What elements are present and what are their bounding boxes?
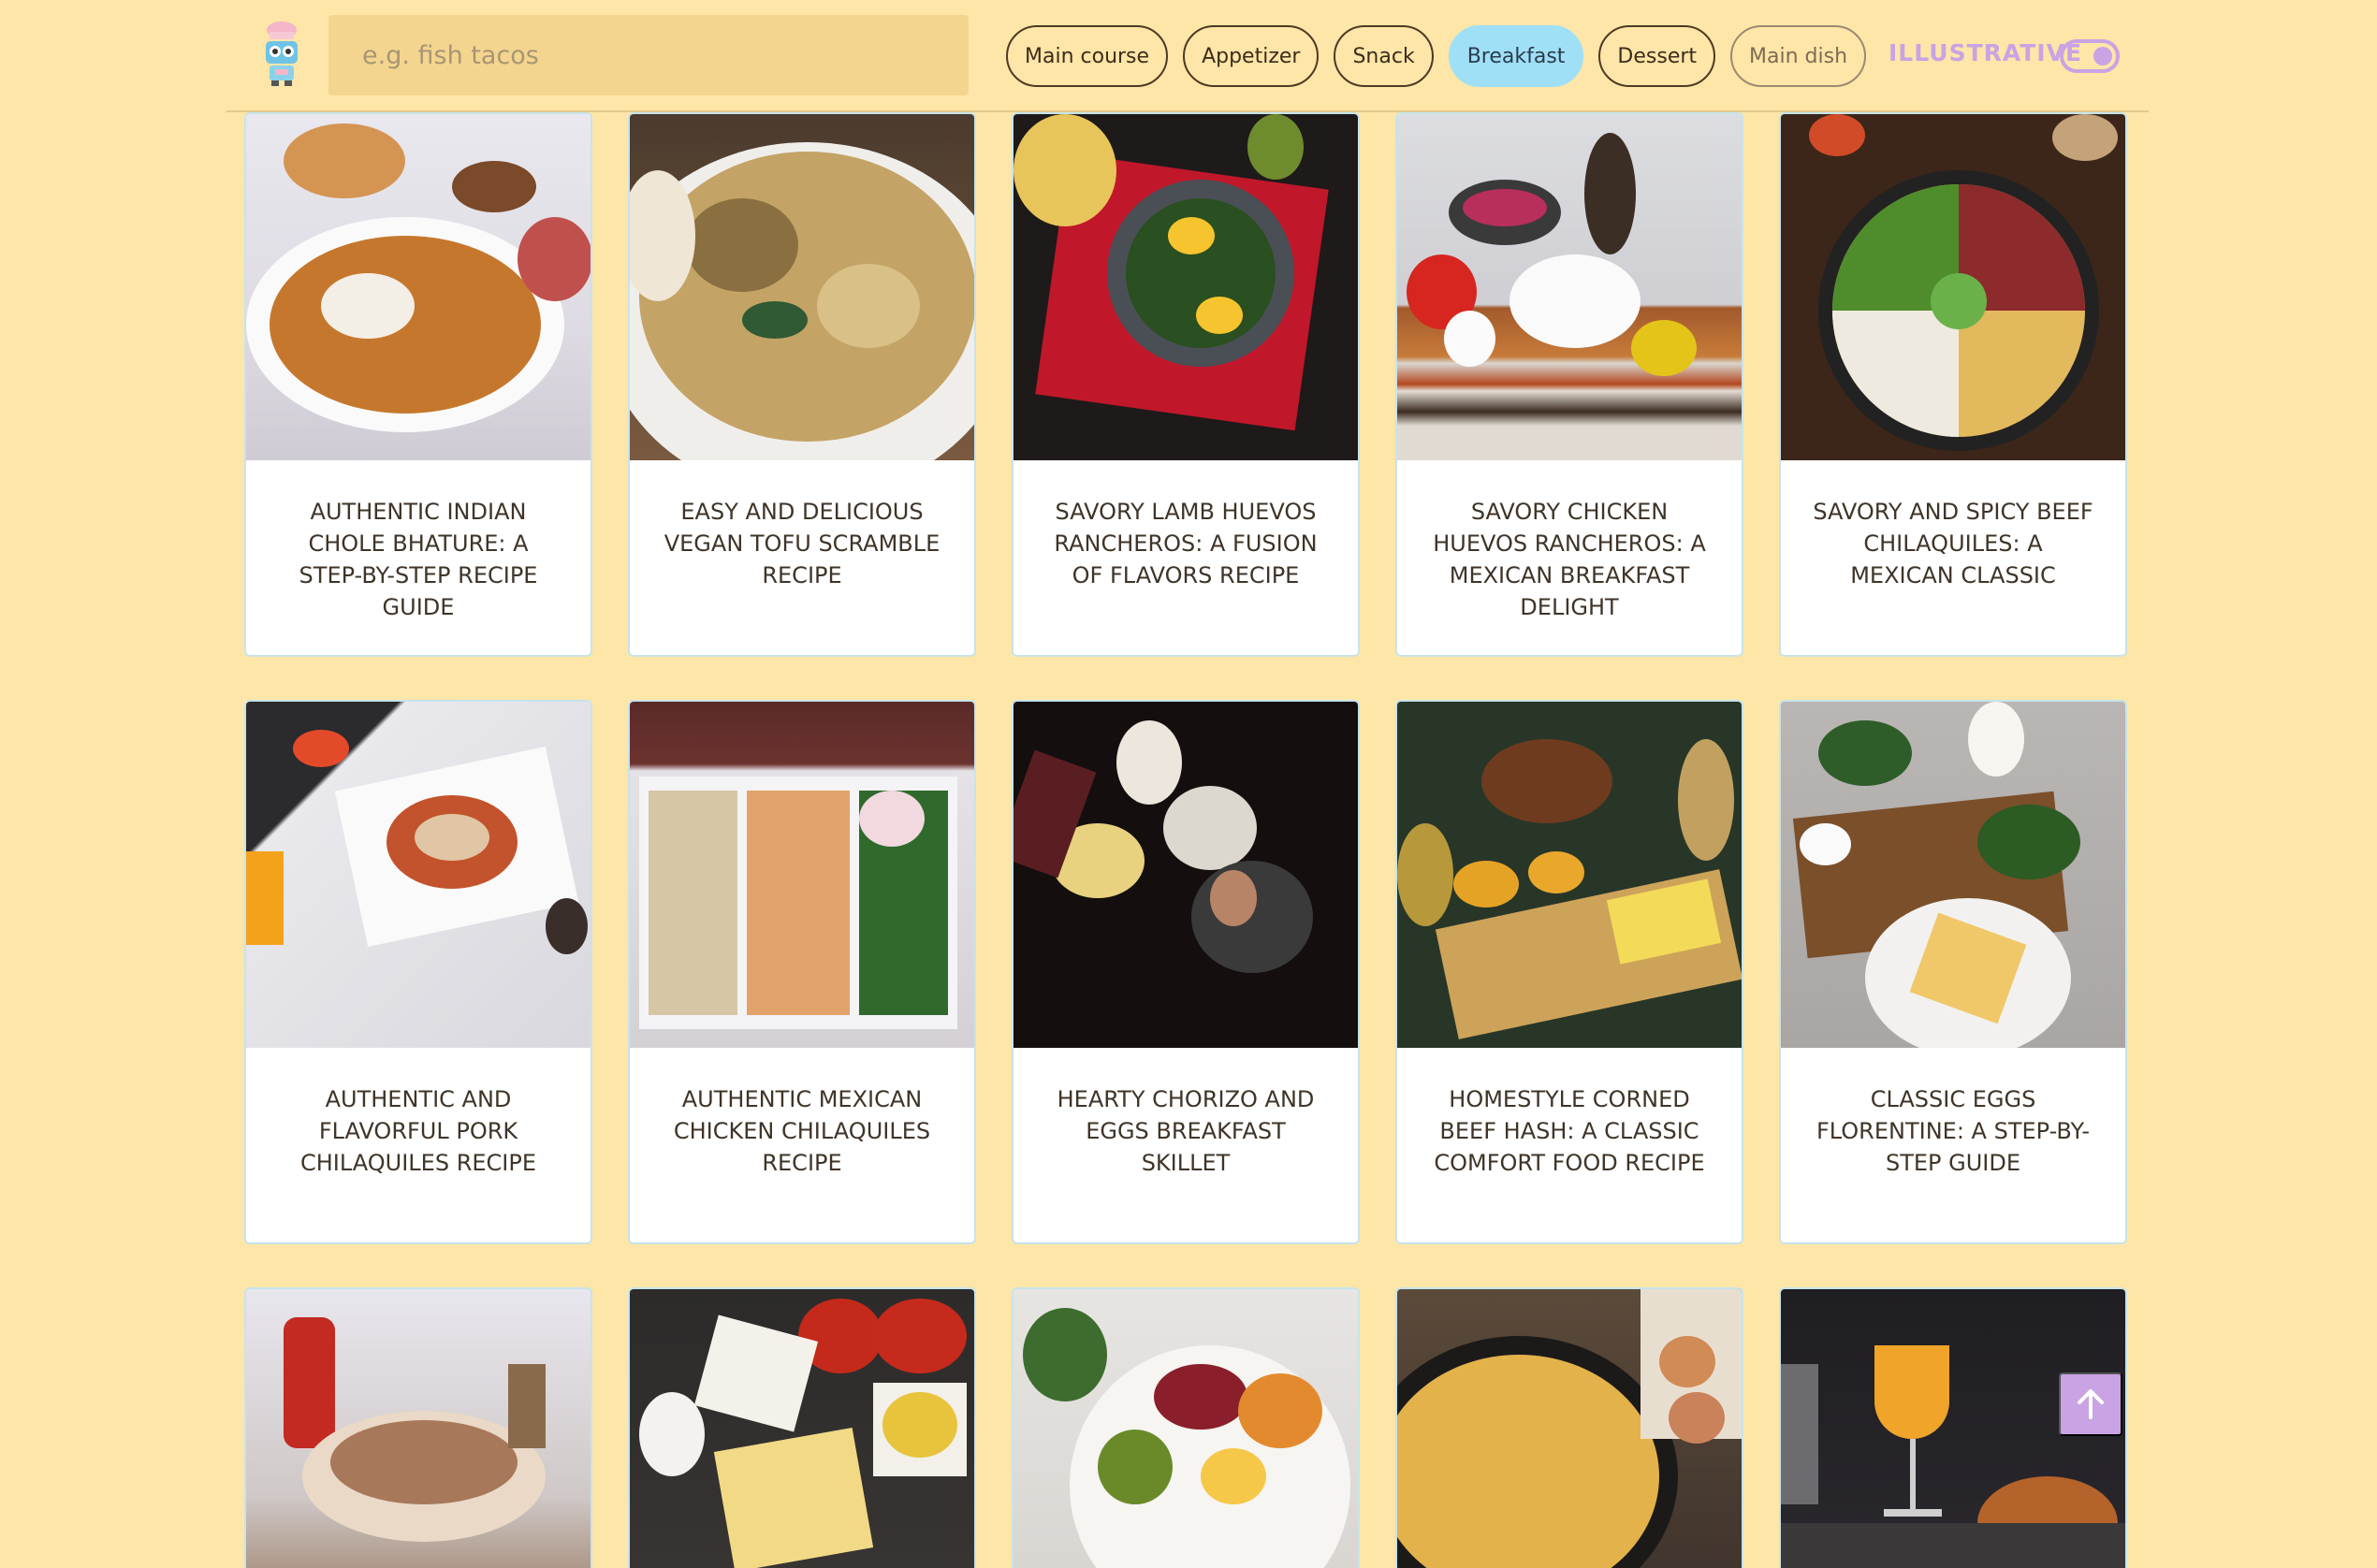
recipe-title: HEARTY CHORIZO AND EGGS BREAKFAST SKILLE… bbox=[1057, 1086, 1315, 1176]
category-filters: Main course Appetizer Snack Breakfast De… bbox=[1006, 25, 1867, 87]
recipe-image bbox=[1014, 1289, 1358, 1568]
recipe-card[interactable] bbox=[244, 1287, 592, 1568]
recipe-image bbox=[1781, 114, 2125, 460]
recipe-card[interactable] bbox=[1012, 1287, 1360, 1568]
recipe-image bbox=[246, 114, 591, 460]
scroll-to-top-button[interactable] bbox=[2059, 1372, 2122, 1436]
filter-dessert[interactable]: Dessert bbox=[1598, 25, 1716, 87]
recipe-card[interactable]: AUTHENTIC INDIAN CHOLE BHATURE: A STEP-B… bbox=[244, 112, 592, 657]
filter-appetizer[interactable]: Appetizer bbox=[1183, 25, 1320, 87]
recipe-image bbox=[630, 702, 974, 1048]
recipe-title: AUTHENTIC MEXICAN CHICKEN CHILAQUILES RE… bbox=[673, 1086, 931, 1176]
recipe-image bbox=[630, 1289, 974, 1568]
recipe-title: HOMESTYLE CORNED BEEF HASH: A CLASSIC CO… bbox=[1434, 1086, 1705, 1176]
recipe-card[interactable]: EASY AND DELICIOUS VEGAN TOFU SCRAMBLE R… bbox=[628, 112, 976, 657]
header: Main course Appetizer Snack Breakfast De… bbox=[226, 0, 2149, 112]
app-frame: Main course Appetizer Snack Breakfast De… bbox=[226, 0, 2149, 1568]
recipe-card[interactable]: AUTHENTIC AND FLAVORFUL PORK CHILAQUILES… bbox=[244, 700, 592, 1244]
recipe-card[interactable]: AUTHENTIC MEXICAN CHICKEN CHILAQUILES RE… bbox=[628, 700, 976, 1244]
recipe-image bbox=[1781, 702, 2125, 1048]
filter-main-course[interactable]: Main course bbox=[1006, 25, 1169, 87]
recipe-title: SAVORY LAMB HUEVOS RANCHEROS: A FUSION O… bbox=[1054, 499, 1318, 588]
recipe-title: EASY AND DELICIOUS VEGAN TOFU SCRAMBLE R… bbox=[664, 499, 941, 588]
recipe-title: SAVORY AND SPICY BEEF CHILAQUILES: A MEX… bbox=[1813, 499, 2093, 588]
recipe-title: AUTHENTIC INDIAN CHOLE BHATURE: A STEP-B… bbox=[299, 499, 538, 620]
recipe-card[interactable]: HOMESTYLE CORNED BEEF HASH: A CLASSIC CO… bbox=[1395, 700, 1743, 1244]
recipe-title: AUTHENTIC AND FLAVORFUL PORK CHILAQUILES… bbox=[299, 1086, 537, 1176]
recipe-card[interactable] bbox=[1395, 1287, 1743, 1568]
recipe-grid: AUTHENTIC INDIAN CHOLE BHATURE: A STEP-B… bbox=[244, 112, 2127, 1568]
recipe-image bbox=[630, 114, 974, 460]
recipe-image bbox=[1014, 702, 1358, 1048]
illustrative-toggle[interactable] bbox=[2060, 39, 2120, 73]
filter-snack[interactable]: Snack bbox=[1334, 25, 1434, 87]
recipe-card[interactable] bbox=[628, 1287, 976, 1568]
recipe-card[interactable]: CLASSIC EGGS FLORENTINE: A STEP-BY-STEP … bbox=[1779, 700, 2127, 1244]
toggle-knob bbox=[2093, 47, 2112, 65]
recipe-image bbox=[1397, 114, 1742, 460]
recipe-card[interactable]: SAVORY LAMB HUEVOS RANCHEROS: A FUSION O… bbox=[1012, 112, 1360, 657]
recipe-image bbox=[1397, 702, 1742, 1048]
search-input[interactable] bbox=[328, 15, 969, 95]
recipe-image bbox=[246, 702, 591, 1048]
recipe-image bbox=[246, 1289, 591, 1568]
recipe-image bbox=[1014, 114, 1358, 460]
chef-robot-logo-icon[interactable] bbox=[260, 21, 303, 88]
recipe-title: SAVORY CHICKEN HUEVOS RANCHEROS: A MEXIC… bbox=[1433, 499, 1706, 620]
recipe-card[interactable]: SAVORY CHICKEN HUEVOS RANCHEROS: A MEXIC… bbox=[1395, 112, 1743, 657]
illustrative-label: ILLUSTRATIVE bbox=[1888, 39, 2083, 66]
recipe-card[interactable]: HEARTY CHORIZO AND EGGS BREAKFAST SKILLE… bbox=[1012, 700, 1360, 1244]
recipe-image bbox=[1397, 1289, 1742, 1568]
recipe-card[interactable]: SAVORY AND SPICY BEEF CHILAQUILES: A MEX… bbox=[1779, 112, 2127, 657]
filter-main-dish[interactable]: Main dish bbox=[1730, 25, 1867, 87]
arrow-up-icon bbox=[2078, 1389, 2104, 1419]
filter-breakfast[interactable]: Breakfast bbox=[1448, 25, 1584, 87]
recipe-title: CLASSIC EGGS FLORENTINE: A STEP-BY-STEP … bbox=[1816, 1086, 2091, 1176]
